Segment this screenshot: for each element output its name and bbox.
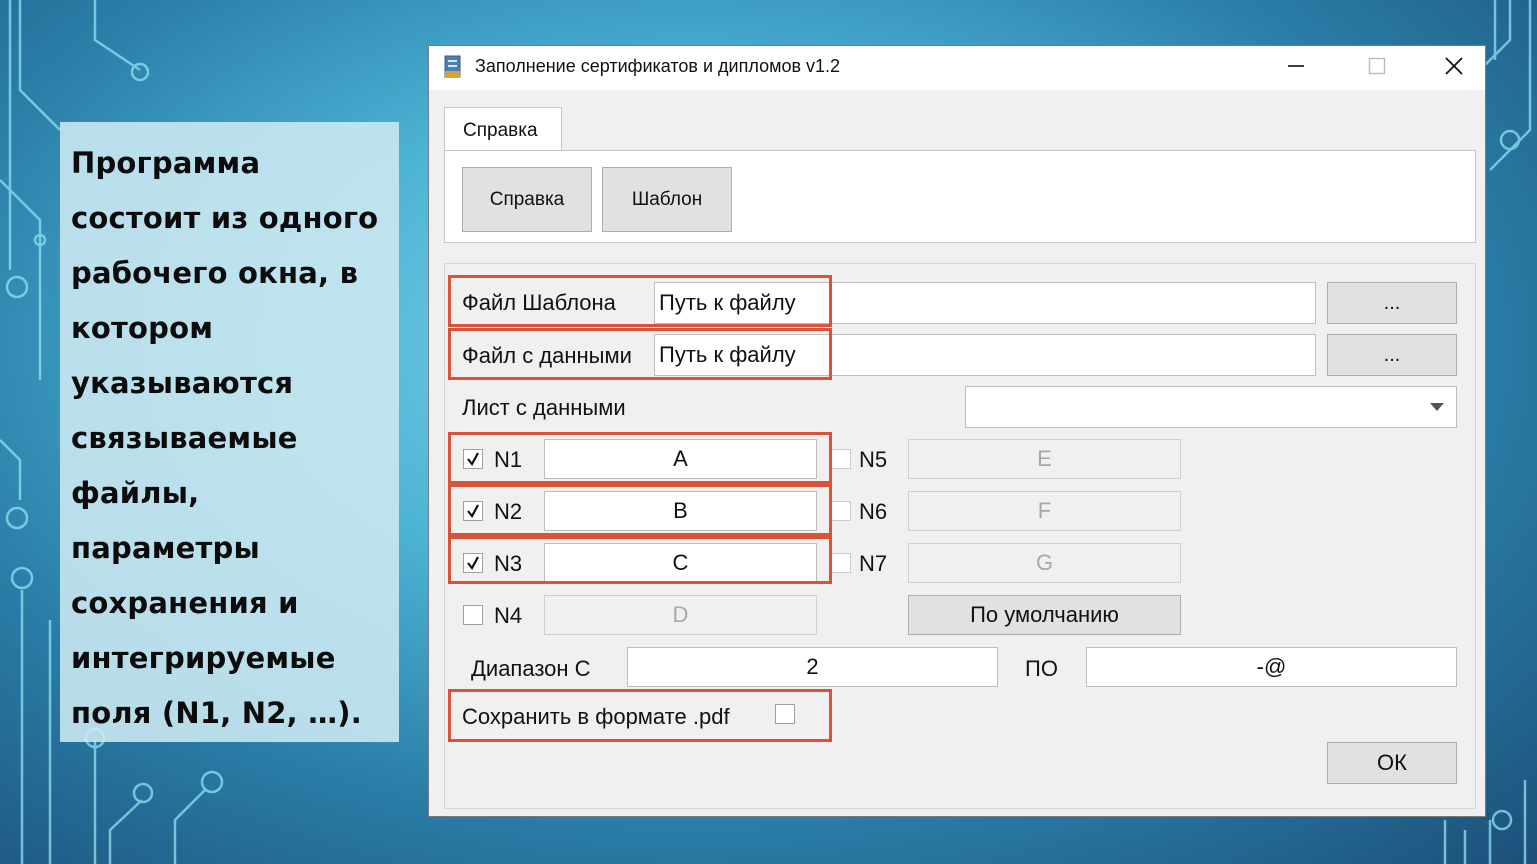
n2-input[interactable]: B bbox=[544, 491, 817, 531]
n6-label: N6 bbox=[859, 499, 888, 524]
n5-checkbox[interactable] bbox=[831, 449, 851, 469]
chevron-down-icon bbox=[1430, 403, 1444, 411]
n1-input[interactable]: A bbox=[544, 439, 817, 479]
n3-input[interactable]: C bbox=[544, 543, 817, 583]
n3-label: N3 bbox=[494, 551, 523, 576]
data-file-label: Файл с данными bbox=[462, 343, 632, 368]
template-file-label: Файл Шаблона bbox=[462, 290, 616, 315]
window-title: Заполнение сертификатов и дипломов v1.2 bbox=[475, 56, 841, 76]
settings-group: Файл Шаблона Путь к файлу ... Файл с дан… bbox=[444, 263, 1476, 809]
n1-checkbox[interactable] bbox=[463, 449, 483, 469]
title-bar[interactable]: Заполнение сертификатов и дипломов v1.2 bbox=[429, 46, 1485, 90]
checkmark-icon bbox=[467, 452, 479, 466]
range-to-input[interactable]: -@ bbox=[1086, 647, 1457, 687]
document-icon bbox=[444, 55, 461, 78]
minimize-icon bbox=[1288, 65, 1304, 67]
tab-help-label: Справка bbox=[463, 120, 538, 141]
tab-panel-help: Справка Шаблон bbox=[444, 150, 1476, 243]
save-pdf-checkbox[interactable] bbox=[775, 704, 795, 724]
n3-checkbox[interactable] bbox=[463, 553, 483, 573]
n7-checkbox[interactable] bbox=[831, 553, 851, 573]
n2-label: N2 bbox=[494, 499, 523, 524]
checkmark-icon bbox=[467, 556, 479, 570]
help-button[interactable]: Справка bbox=[462, 167, 592, 232]
data-browse-button[interactable]: ... bbox=[1327, 334, 1457, 376]
n5-label: N5 bbox=[859, 447, 888, 472]
n5-input[interactable]: E bbox=[908, 439, 1181, 479]
n1-label: N1 bbox=[494, 447, 523, 472]
n6-input[interactable]: F bbox=[908, 491, 1181, 531]
maximize-icon bbox=[1368, 57, 1386, 75]
n6-checkbox[interactable] bbox=[831, 501, 851, 521]
minimize-button[interactable] bbox=[1266, 46, 1326, 86]
n4-input[interactable]: D bbox=[544, 595, 817, 635]
template-file-input[interactable]: Путь к файлу bbox=[654, 282, 1316, 324]
default-button[interactable]: По умолчанию bbox=[908, 595, 1181, 635]
ok-button[interactable]: ОК bbox=[1327, 742, 1457, 784]
maximize-button[interactable] bbox=[1347, 46, 1407, 86]
save-pdf-label: Сохранить в формате .pdf bbox=[462, 704, 730, 729]
n4-checkbox[interactable] bbox=[463, 605, 483, 625]
range-from-input[interactable]: 2 bbox=[627, 647, 998, 687]
close-button[interactable] bbox=[1424, 46, 1484, 86]
checkmark-icon bbox=[467, 504, 479, 518]
n2-checkbox[interactable] bbox=[463, 501, 483, 521]
n7-label: N7 bbox=[859, 551, 888, 576]
n4-label: N4 bbox=[494, 603, 523, 628]
range-from-label: Диапазон С bbox=[471, 656, 591, 681]
close-icon bbox=[1445, 57, 1463, 75]
template-button[interactable]: Шаблон bbox=[602, 167, 732, 232]
app-window: Заполнение сертификатов и дипломов v1.2 … bbox=[428, 45, 1486, 817]
data-file-input[interactable]: Путь к файлу bbox=[654, 334, 1316, 376]
slide-description: Программа состоит из одного рабочего окн… bbox=[71, 146, 379, 730]
n7-input[interactable]: G bbox=[908, 543, 1181, 583]
sheet-label: Лист с данными bbox=[462, 395, 626, 420]
tab-help[interactable]: Справка bbox=[444, 107, 562, 151]
sheet-select[interactable] bbox=[965, 386, 1457, 428]
range-to-label: ПО bbox=[1025, 656, 1058, 681]
template-browse-button[interactable]: ... bbox=[1327, 282, 1457, 324]
